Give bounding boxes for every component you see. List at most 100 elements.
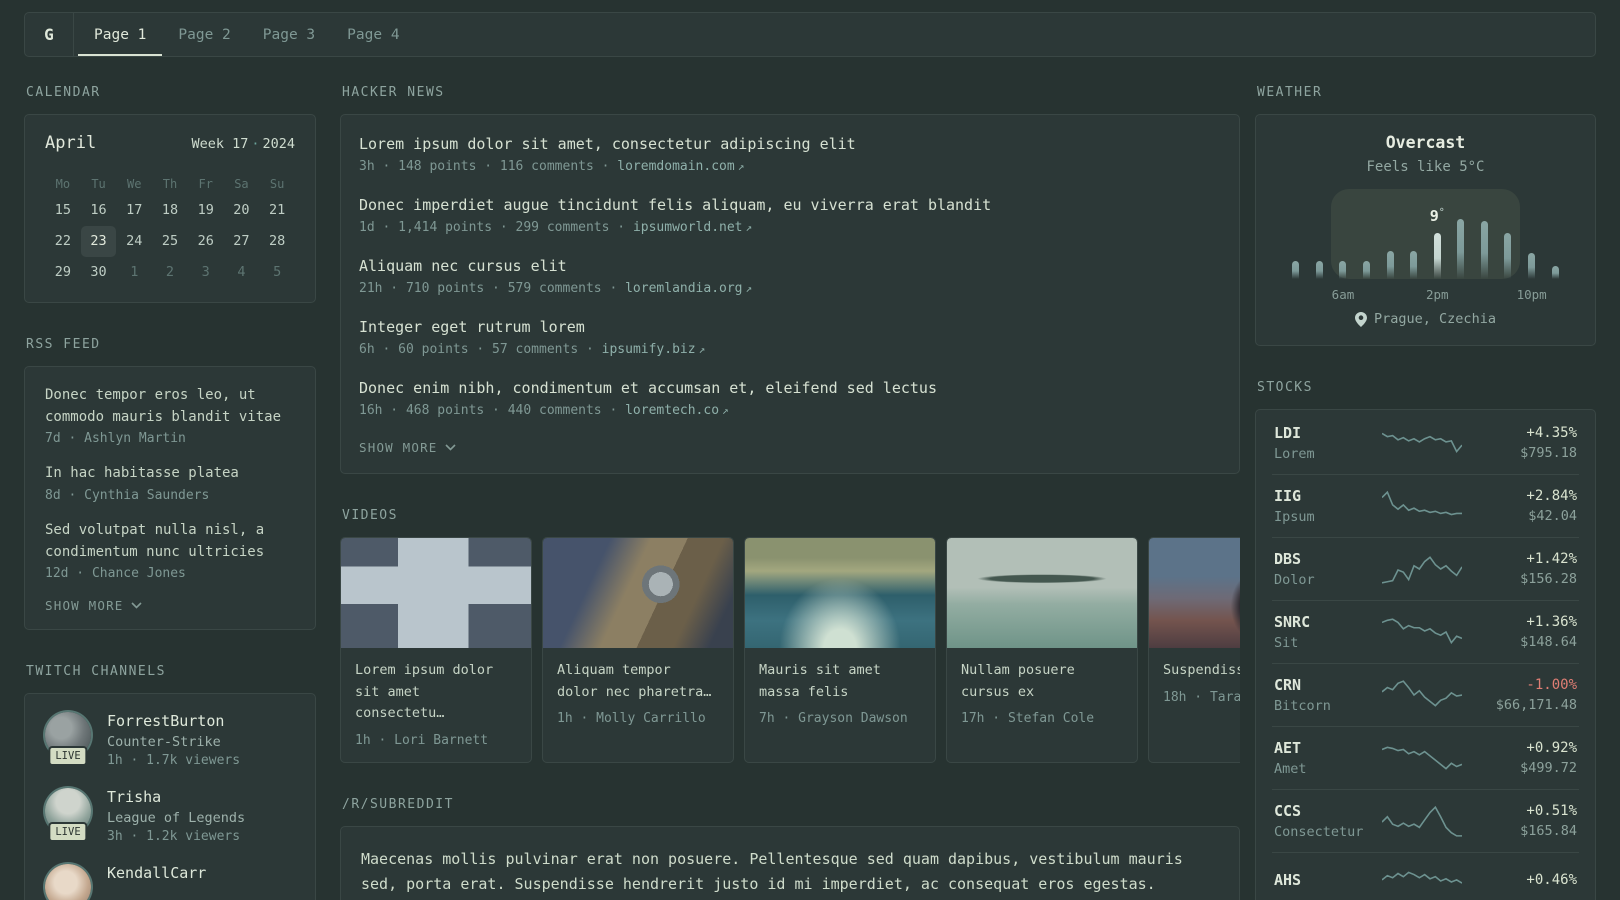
calendar-day[interactable]: 25 [152, 226, 188, 257]
hn-item-meta: 16h · 468 points · 440 comments · loremt… [359, 403, 729, 418]
hn-item-domain[interactable]: ipsumify.biz [602, 342, 696, 357]
video-thumbnail[interactable] [543, 538, 733, 648]
calendar-day[interactable]: 18 [152, 195, 188, 226]
twitch-channel-name[interactable]: KendallCarr [107, 864, 206, 882]
twitch-channel-name[interactable]: ForrestBurton [107, 712, 240, 730]
stock-sparkline [1382, 678, 1462, 712]
video-thumbnail[interactable] [1149, 538, 1240, 648]
stock-symbol: CCS [1274, 802, 1302, 820]
calendar-dow-label: We [127, 177, 142, 191]
calendar-day[interactable]: 20 [224, 195, 260, 226]
twitch-channel[interactable]: LIVE Trisha League of Legends 3h · 1.2k … [45, 788, 295, 844]
twitch-channel[interactable]: LIVE ForrestBurton Counter-Strike 1h · 1… [45, 712, 295, 768]
tab-page-2[interactable]: Page 2 [162, 13, 246, 56]
hn-item-domain[interactable]: loremlandia.org [625, 281, 742, 296]
tab-page-3[interactable]: Page 3 [247, 13, 331, 56]
calendar-day[interactable]: 5 [259, 257, 295, 288]
hn-item-domain[interactable]: ipsumworld.net [633, 220, 743, 235]
hn-item-domain[interactable]: loremdomain.com [617, 159, 734, 174]
video-title[interactable]: Lorem ipsum dolor sit amet consectetu… [355, 660, 517, 725]
stock-row[interactable]: DBS Dolor +1.42% $156.28 [1272, 538, 1579, 601]
calendar-day[interactable]: 16 [81, 195, 117, 226]
stock-price: $795.18 [1520, 445, 1577, 461]
videos-heading: VIDEOS [342, 508, 398, 523]
hn-item-title[interactable]: Lorem ipsum dolor sit amet, consectetur … [359, 135, 1221, 153]
twitch-heading: TWITCH CHANNELS [26, 664, 166, 680]
weather-location[interactable]: Prague, Czechia [1374, 311, 1496, 327]
rss-show-more-button[interactable]: SHOW MORE [45, 598, 295, 613]
video-meta: 1h · Molly Carrillo [557, 711, 706, 727]
video-card[interactable]: Nullam posuere cursus ex 17h · Stefan Co… [946, 537, 1138, 763]
stock-row[interactable]: LDI Lorem +4.35% $795.18 [1272, 412, 1579, 475]
rss-item-title[interactable]: Donec tempor eros leo, ut commodo mauris… [45, 385, 295, 428]
calendar-day[interactable]: 28 [259, 226, 295, 257]
video-card[interactable]: Aliquam tempor dolor nec pharetra… 1h · … [542, 537, 734, 763]
rss-item-title[interactable]: In hac habitasse platea [45, 463, 295, 485]
calendar-day[interactable]: 3 [188, 257, 224, 288]
twitch-channel[interactable]: KendallCarr [45, 864, 295, 900]
stock-row[interactable]: SNRC Sit +1.36% $148.64 [1272, 601, 1579, 664]
stock-change: -1.00% [1526, 677, 1577, 693]
top-nav: G Page 1 Page 2 Page 3 Page 4 [24, 12, 1596, 57]
twitch-channel-meta: 3h · 1.2k viewers [107, 829, 241, 845]
calendar-day[interactable]: 2 [152, 257, 188, 288]
calendar-day[interactable]: 30 [81, 257, 117, 288]
calendar-day[interactable]: 24 [116, 226, 152, 257]
video-thumbnail[interactable] [947, 538, 1137, 648]
stock-row[interactable]: CRN Bitcorn -1.00% $66,171.48 [1272, 664, 1579, 727]
app-logo[interactable]: G [25, 13, 73, 56]
video-title[interactable]: Mauris sit amet massa felis [759, 660, 921, 703]
twitch-channel-info: Trisha League of Legends 3h · 1.2k viewe… [107, 788, 245, 844]
rss-heading: RSS FEED [26, 337, 101, 352]
videos-row: Lorem ipsum dolor sit amet consectetu… 1… [340, 537, 1240, 763]
weather-bar [1410, 251, 1418, 279]
video-card[interactable]: Mauris sit amet massa felis 7h · Grayson… [744, 537, 936, 763]
hackernews-card: Lorem ipsum dolor sit amet, consectetur … [340, 114, 1240, 474]
stock-symbol: IIG [1274, 487, 1302, 505]
calendar-day[interactable]: 22 [45, 226, 81, 257]
video-card[interactable]: Suspendisse diam 18h · Tara [1148, 537, 1240, 763]
subreddit-widget: /R/SUBREDDIT Maecenas mollis pulvinar er… [340, 797, 1240, 900]
video-title[interactable]: Suspendisse diam [1163, 660, 1240, 682]
tab-page-1[interactable]: Page 1 [78, 13, 163, 56]
calendar-day[interactable]: 15 [45, 195, 81, 226]
stock-change: +1.42% [1526, 551, 1577, 567]
hn-item-title[interactable]: Integer eget rutrum lorem [359, 318, 1221, 336]
subreddit-post-title[interactable]: Maecenas mollis pulvinar erat non posuer… [361, 847, 1219, 897]
hn-item: Lorem ipsum dolor sit amet, consectetur … [359, 135, 1221, 174]
rss-item-meta: 8d · Cynthia Saunders [45, 488, 210, 504]
calendar-day[interactable]: 4 [224, 257, 260, 288]
hn-item-title[interactable]: Donec imperdiet augue tincidunt felis al… [359, 196, 1221, 214]
video-title[interactable]: Aliquam tempor dolor nec pharetra… [557, 660, 719, 703]
stock-row[interactable]: CCS Consectetur +0.51% $165.84 [1272, 790, 1579, 853]
calendar-day[interactable]: 23 [80, 226, 117, 257]
weather-time-label: 2pm [1425, 287, 1449, 302]
calendar-day[interactable]: 21 [259, 195, 295, 226]
calendar-day[interactable]: 1 [116, 257, 152, 288]
hn-item-title[interactable]: Aliquam nec cursus elit [359, 257, 1221, 275]
weather-bar [1363, 261, 1371, 279]
calendar-day[interactable]: 19 [188, 195, 224, 226]
left-column: CALENDAR April Week 17 · 2024 Mo Tu We Th Fr Sa… [24, 85, 316, 900]
calendar-day[interactable]: 29 [45, 257, 81, 288]
stock-name: Lorem [1274, 446, 1315, 462]
hn-item-domain[interactable]: loremtech.co [625, 403, 719, 418]
calendar-day[interactable]: 27 [224, 226, 260, 257]
rss-item-title[interactable]: Sed volutpat nulla nisl, a condimentum n… [45, 520, 295, 563]
video-card[interactable]: Lorem ipsum dolor sit amet consectetu… 1… [340, 537, 532, 763]
video-title[interactable]: Nullam posuere cursus ex [961, 660, 1123, 703]
twitch-channel-name[interactable]: Trisha [107, 788, 245, 806]
stock-row[interactable]: IIG Ipsum +2.84% $42.04 [1272, 475, 1579, 538]
video-thumbnail[interactable] [341, 538, 531, 648]
nav-divider [73, 13, 74, 56]
stock-row[interactable]: AET Amet +0.92% $499.72 [1272, 727, 1579, 790]
hn-item-title[interactable]: Donec enim nibh, condimentum et accumsan… [359, 379, 1221, 397]
hn-show-more-button[interactable]: SHOW MORE [359, 440, 1221, 455]
twitch-avatar [45, 864, 91, 900]
calendar-day[interactable]: 26 [188, 226, 224, 257]
external-link-icon: ↗ [722, 404, 729, 417]
video-thumbnail[interactable] [745, 538, 935, 648]
stock-row[interactable]: AHS +0.46% [1272, 853, 1579, 900]
calendar-day[interactable]: 17 [116, 195, 152, 226]
tab-page-4[interactable]: Page 4 [331, 13, 415, 56]
